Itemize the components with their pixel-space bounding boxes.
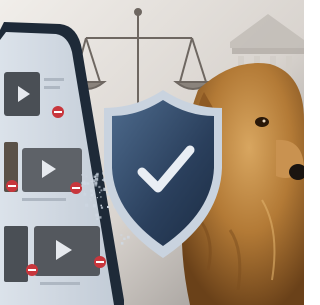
video-row [4, 142, 82, 194]
particle [102, 172, 105, 175]
particle [95, 177, 99, 181]
particle [80, 184, 83, 187]
particle [92, 182, 94, 184]
particle [99, 191, 101, 194]
particle [98, 185, 101, 189]
particle [84, 203, 89, 207]
particle [92, 179, 95, 183]
particle [81, 174, 83, 176]
particle [103, 187, 107, 191]
video-row [4, 226, 106, 282]
particle [90, 199, 92, 202]
particle [120, 242, 124, 245]
particle [108, 199, 110, 201]
particle [100, 206, 104, 209]
particle [96, 217, 99, 220]
particle [96, 197, 98, 199]
particle [87, 182, 90, 185]
particle [92, 204, 97, 208]
particle [89, 198, 91, 200]
particle [100, 189, 103, 192]
particle [83, 192, 87, 196]
scene-photo [0, 0, 304, 305]
particle [123, 237, 126, 240]
particle [90, 181, 92, 183]
particle [83, 182, 87, 185]
particle [101, 179, 104, 181]
particle [106, 193, 109, 196]
particle [95, 175, 97, 177]
particle [99, 216, 102, 219]
particle [89, 189, 94, 193]
particle [92, 192, 95, 195]
particle [96, 172, 99, 176]
particle [100, 204, 102, 207]
particle [107, 205, 110, 208]
particle [100, 196, 102, 198]
particle [83, 191, 86, 193]
particle [95, 213, 99, 217]
particle [85, 175, 88, 178]
particle [120, 234, 123, 237]
particle [126, 235, 130, 239]
